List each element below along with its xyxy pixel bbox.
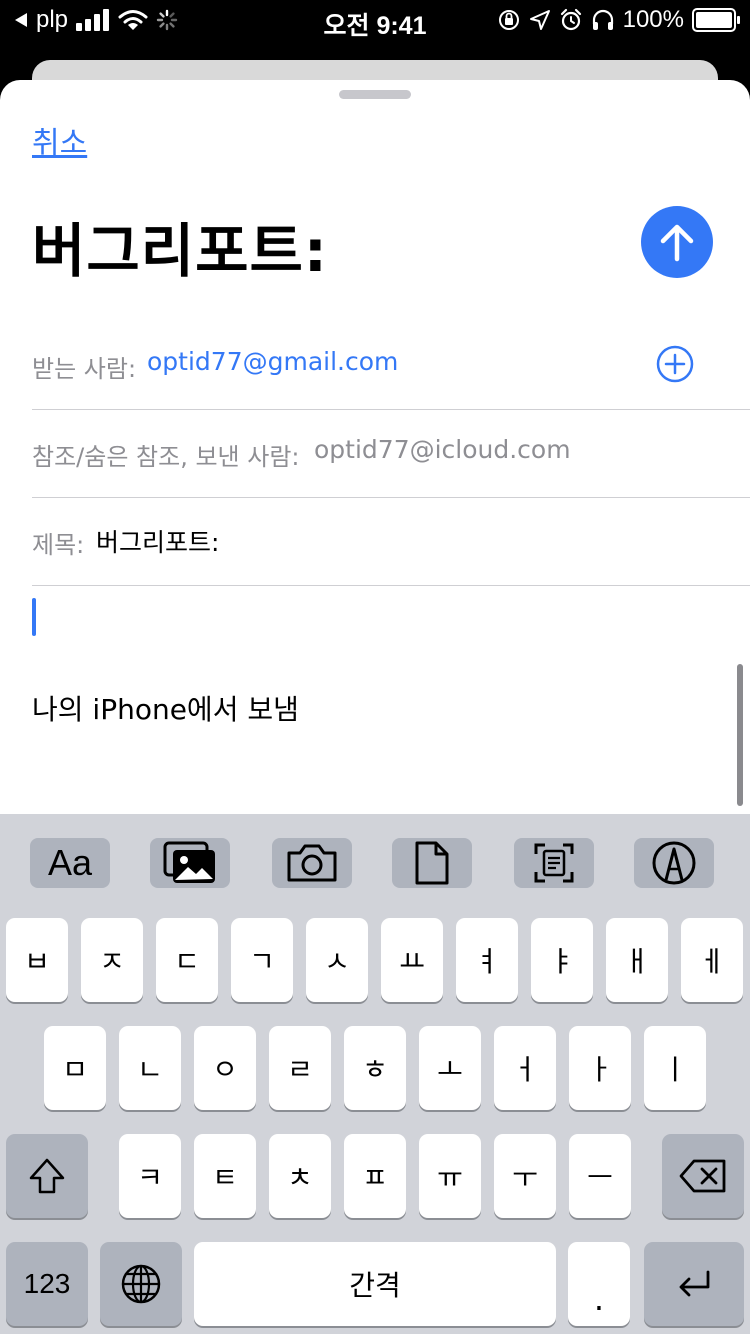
key-row2-4[interactable]: ㅎ	[344, 1026, 406, 1110]
numbers-key[interactable]: 123	[6, 1242, 88, 1326]
photo-library-icon	[163, 841, 215, 883]
cc-bcc-from-field[interactable]: 참조/숨은 참조, 보낸 사람: optid77@icloud.com	[32, 409, 750, 498]
alarm-icon	[560, 8, 581, 31]
shift-icon	[29, 1158, 65, 1194]
send-button[interactable]	[641, 206, 713, 278]
format-text-button[interactable]: Aa	[30, 838, 110, 888]
camera-button[interactable]	[272, 838, 352, 888]
globe-icon	[121, 1264, 161, 1304]
orientation-lock-icon	[498, 10, 519, 30]
space-key[interactable]: 간격	[194, 1242, 556, 1326]
markup-icon	[652, 841, 696, 885]
key-row2-5[interactable]: ㅗ	[419, 1026, 481, 1110]
key-row2-0[interactable]: ㅁ	[44, 1026, 106, 1110]
headphones-icon	[592, 9, 613, 30]
status-right: 100%	[497, 6, 740, 34]
subject-field[interactable]: 제목: 버그리포트:	[32, 497, 750, 586]
battery-percentage: 100%	[622, 6, 684, 33]
key-row2-3[interactable]: ㄹ	[269, 1026, 331, 1110]
to-field[interactable]: 받는 사람: optid77@gmail.com	[32, 321, 750, 410]
key-row2-2[interactable]: ㅇ	[194, 1026, 256, 1110]
key-row2-7[interactable]: ㅏ	[569, 1026, 631, 1110]
keyboard-toolbar: Aa	[0, 814, 750, 914]
camera-icon	[287, 844, 337, 882]
return-icon	[679, 1270, 710, 1297]
subject-label: 제목:	[32, 531, 85, 559]
scrollbar[interactable]	[737, 664, 743, 806]
key-row3-3[interactable]: ㅍ	[344, 1134, 406, 1218]
delete-key[interactable]	[662, 1134, 744, 1218]
key-row1-5[interactable]: ㅛ	[381, 918, 443, 1002]
compose-title: 버그리포트:	[32, 217, 328, 285]
key-row1-6[interactable]: ㅕ	[456, 918, 518, 1002]
key-row3-0[interactable]: ㅋ	[119, 1134, 181, 1218]
from-address[interactable]: optid77@icloud.com	[314, 435, 571, 464]
key-row3-2[interactable]: ㅊ	[269, 1134, 331, 1218]
photo-library-button[interactable]	[150, 838, 230, 888]
location-icon	[529, 10, 550, 30]
return-key[interactable]	[644, 1242, 744, 1326]
format-text-icon: Aa	[47, 842, 93, 883]
shift-key[interactable]	[6, 1134, 88, 1218]
markup-button[interactable]	[634, 838, 714, 888]
key-row3-4[interactable]: ㅠ	[419, 1134, 481, 1218]
key-row3-6[interactable]: ㅡ	[569, 1134, 631, 1218]
cancel-button[interactable]: 취소	[32, 118, 87, 162]
globe-key[interactable]	[100, 1242, 182, 1326]
key-row1-0[interactable]: ㅂ	[6, 918, 68, 1002]
key-row1-9[interactable]: ㅔ	[681, 918, 743, 1002]
battery-icon	[692, 8, 740, 32]
signature-text[interactable]: 나의 iPhone에서 보냄	[32, 688, 299, 728]
to-recipient[interactable]: optid77@gmail.com	[147, 347, 398, 376]
key-row1-3[interactable]: ㄱ	[231, 918, 293, 1002]
subject-input[interactable]: 버그리포트:	[96, 523, 219, 559]
key-row1-2[interactable]: ㄷ	[156, 918, 218, 1002]
add-contact-icon[interactable]	[656, 345, 694, 383]
period-key[interactable]: .	[568, 1242, 630, 1326]
key-row3-5[interactable]: ㅜ	[494, 1134, 556, 1218]
scan-document-button[interactable]	[514, 838, 594, 888]
key-row2-1[interactable]: ㄴ	[119, 1026, 181, 1110]
key-row1-1[interactable]: ㅈ	[81, 918, 143, 1002]
document-icon	[415, 841, 449, 885]
backspace-icon	[679, 1159, 726, 1193]
key-row3-1[interactable]: ㅌ	[194, 1134, 256, 1218]
sheet-grabber[interactable]	[339, 90, 411, 99]
key-row1-7[interactable]: ㅑ	[531, 918, 593, 1002]
scan-document-icon	[534, 843, 574, 883]
arrow-up-icon	[660, 224, 694, 262]
key-row2-8[interactable]: ㅣ	[644, 1026, 706, 1110]
status-bar: plp 오전 9:41 100%	[0, 0, 750, 44]
keyboard: Aa ㅂ ㅈ ㄷ ㄱ ㅅ ㅛ ㅕ ㅑ ㅐ ㅔ ㅁ ㄴ ㅇ ㄹ ㅎ ㅗ ㅓ ㅏ ㅣ…	[0, 814, 750, 1334]
document-button[interactable]	[392, 838, 472, 888]
cc-label: 참조/숨은 참조, 보낸 사람:	[32, 443, 300, 471]
key-row2-6[interactable]: ㅓ	[494, 1026, 556, 1110]
to-label: 받는 사람:	[32, 355, 137, 383]
key-row1-4[interactable]: ㅅ	[306, 918, 368, 1002]
text-cursor	[32, 598, 36, 636]
key-row1-8[interactable]: ㅐ	[606, 918, 668, 1002]
